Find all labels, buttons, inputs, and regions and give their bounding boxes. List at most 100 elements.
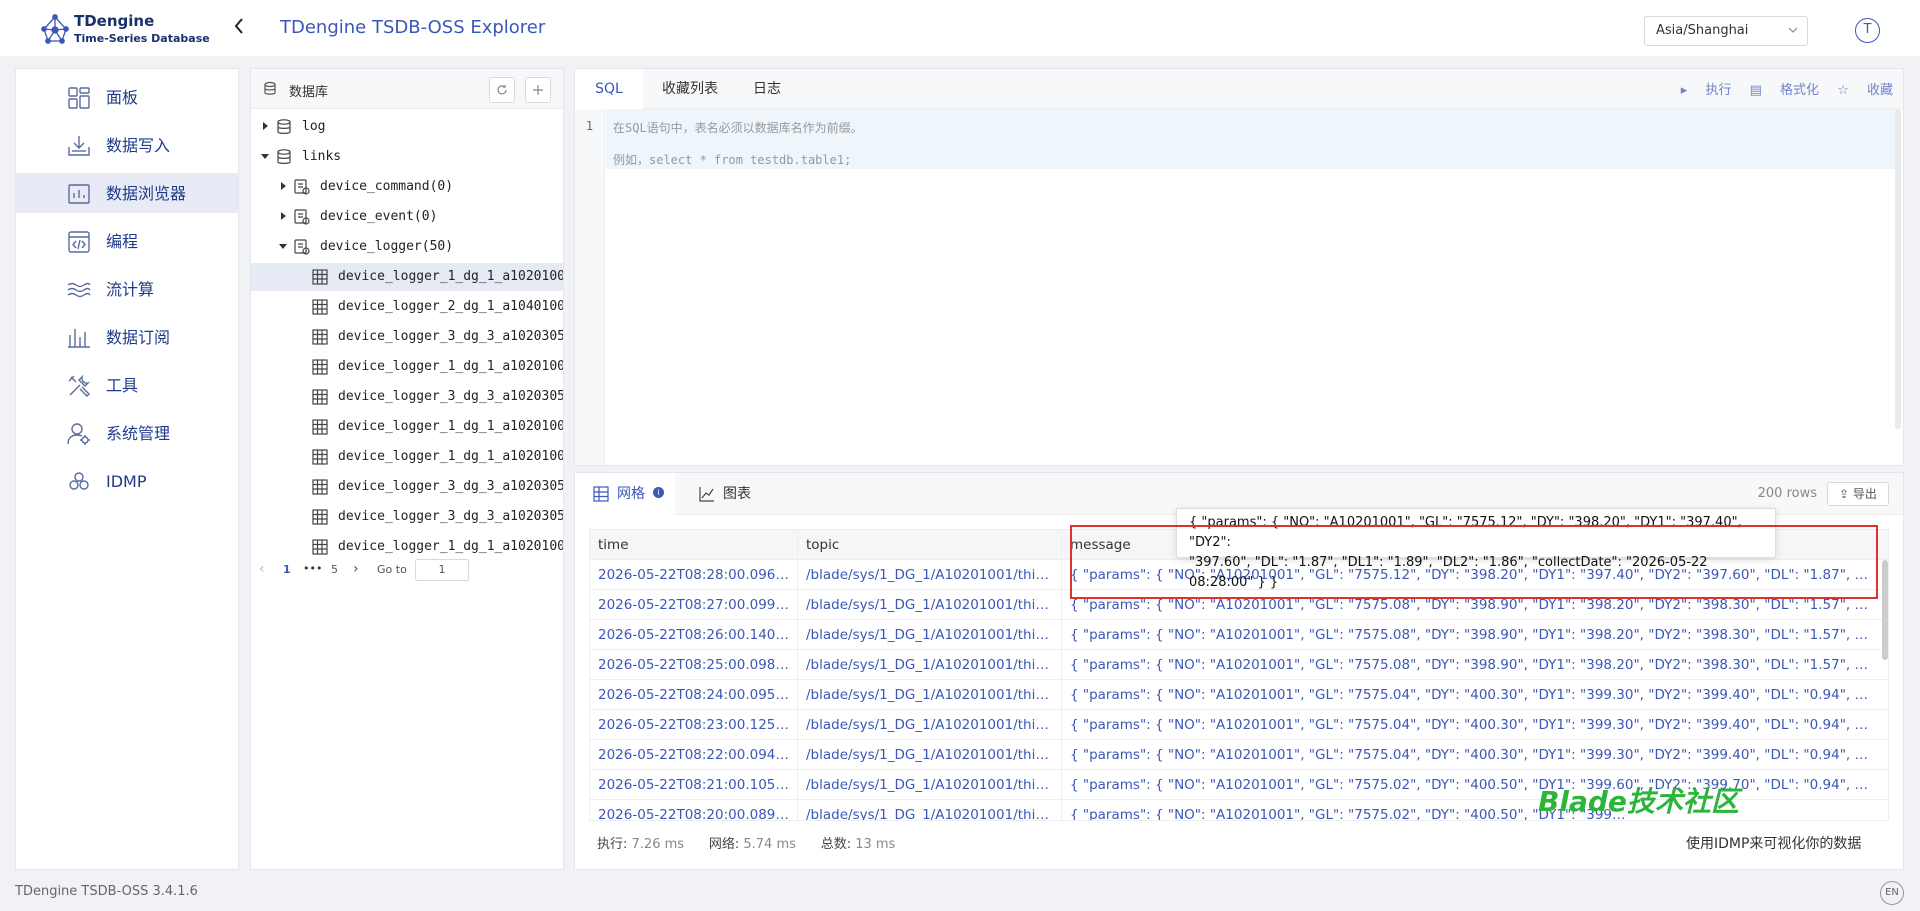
table-cell-time: 2026-05-22T08:20:00.089…	[590, 800, 798, 820]
query-tabs: SQL 收藏列表 日志 ▸ 执行 ▤ 格式化 ☆ 收藏	[575, 69, 1903, 109]
nav-item-data-browser[interactable]: 数据浏览器	[16, 173, 238, 213]
idmp-icon	[69, 472, 89, 490]
version-label: TDengine TSDB-OSS 3.4.1.6	[15, 884, 198, 899]
tree-table-item[interactable]: device_logger_1_dg_1_a1020100	[251, 263, 563, 291]
nav-item-tools[interactable]: 工具	[16, 365, 238, 405]
nav-item-data-ingest[interactable]: 数据写入	[16, 125, 238, 165]
tree-table-item[interactable]: device_logger_1_dg_1_a1020100	[251, 533, 563, 561]
table-cell-message: { "params": { "NO": "A10201001", "GL": "…	[1070, 627, 1882, 643]
tree-pagination: ‹ 1 ••• 5 › Go to 1	[251, 559, 563, 583]
tab-sql[interactable]: SQL	[575, 69, 643, 109]
editor-scrollbar[interactable]	[1895, 109, 1901, 429]
tab-chart-label: 图表	[723, 486, 751, 502]
table-cell-time: 2026-05-22T08:23:00.125…	[590, 710, 798, 740]
tree-table-item[interactable]: device_logger_3_dg_3_a1020305	[251, 503, 563, 531]
user-avatar[interactable]: T	[1855, 18, 1880, 43]
nav-item-dashboard[interactable]: 面板	[16, 77, 238, 117]
total-time-value: 13 ms	[855, 837, 896, 852]
table-cell-topic: /blade/sys/1_DG_1/A10201001/thi…	[798, 680, 1062, 710]
table-cell-message: { "params": { "NO": "A10201001", "GL": "…	[1070, 717, 1882, 733]
column-header-time[interactable]: time	[590, 530, 798, 560]
tree-stable-item[interactable]: device_event(0)	[251, 203, 563, 231]
table-icon	[312, 359, 328, 375]
logo-title: TDengine	[74, 12, 155, 30]
caret-down-icon[interactable]	[261, 152, 269, 160]
nav-item-stream[interactable]: 流计算	[16, 269, 238, 309]
sql-placeholder-line1: 在SQL语句中，表名必须以数据库名作为前缀。	[613, 121, 863, 135]
sql-editor[interactable]: 1 在SQL语句中，表名必须以数据库名作为前缀。 例如，select * fro…	[575, 109, 1903, 465]
tree-table-item[interactable]: device_logger_3_dg_3_a1020305	[251, 473, 563, 501]
tree-table-item[interactable]: device_logger_1_dg_1_a1020100	[251, 413, 563, 441]
table-cell-message: { "params": { "NO": "A10201001", "GL": "…	[1070, 687, 1882, 703]
caret-down-icon[interactable]	[279, 242, 287, 250]
grid-icon	[593, 486, 609, 502]
table-icon	[312, 479, 328, 495]
nav-item-system-admin[interactable]: 系统管理	[16, 413, 238, 453]
table-row[interactable]: 2026-05-22T08:25:00.098…/blade/sys/1_DG_…	[590, 650, 1888, 680]
tree-stable-item[interactable]: device_command(0)	[251, 173, 563, 201]
pager-ellipsis[interactable]: •••	[303, 562, 322, 575]
caret-right-icon[interactable]	[279, 182, 287, 190]
tree-table-item[interactable]: device_logger_3_dg_3_a1020305	[251, 323, 563, 351]
data-browser-icon	[68, 184, 90, 204]
pager-next-button[interactable]: ›	[353, 561, 359, 577]
query-panel: SQL 收藏列表 日志 ▸ 执行 ▤ 格式化 ☆ 收藏 1 在SQL语句中，表名…	[574, 68, 1904, 466]
tree-table-item[interactable]: device_logger_3_dg_3_a1020305	[251, 383, 563, 411]
tab-logs[interactable]: 日志	[735, 69, 799, 109]
query-actions: ▸ 执行 ▤ 格式化 ☆ 收藏	[1667, 79, 1893, 98]
table-row[interactable]: 2026-05-22T08:26:00.140…/blade/sys/1_DG_…	[590, 620, 1888, 650]
database-icon	[277, 149, 291, 164]
pager-goto-label: Go to	[377, 563, 407, 576]
table-row[interactable]: 2026-05-22T08:23:00.125…/blade/sys/1_DG_…	[590, 710, 1888, 740]
tree-table-item[interactable]: device_logger_1_dg_1_a1020100	[251, 443, 563, 471]
pager-last-page[interactable]: 5	[331, 563, 338, 576]
caret-right-icon[interactable]	[261, 122, 269, 130]
table-cell-topic: /blade/sys/1_DG_1/A10201001/thi…	[798, 620, 1062, 650]
code-icon	[68, 231, 90, 253]
table-icon	[312, 329, 328, 345]
tree-item-label: device_logger(50)	[320, 239, 454, 254]
language-toggle[interactable]: EN	[1880, 881, 1904, 905]
pager-prev-button[interactable]: ‹	[259, 561, 265, 577]
tab-grid[interactable]: 网格 i	[575, 473, 675, 515]
tab-favorites[interactable]: 收藏列表	[645, 69, 735, 109]
tree-database-item[interactable]: log	[251, 113, 563, 141]
tree-item-label: device_logger_3_dg_3_a1020305	[338, 479, 564, 494]
favorite-button[interactable]: ☆ 收藏	[1837, 83, 1893, 98]
subscription-icon	[68, 329, 90, 348]
tree-item-label: device_logger_1_dg_1_a1020100	[338, 359, 564, 374]
export-button[interactable]: ⇪ 导出	[1827, 482, 1889, 506]
super-table-icon	[294, 209, 310, 225]
table-cell-message: { "params": { "NO": "A10201001", "GL": "…	[1070, 777, 1882, 793]
chevron-left-icon[interactable]	[232, 16, 248, 38]
timezone-select[interactable]: Asia/Shanghai	[1644, 16, 1808, 46]
sidebar-nav: 面板 数据写入 数据浏览器 编程 流计算 数据订阅 工具 系统管理 IDMP	[15, 68, 239, 870]
idmp-promo-text: 使用IDMP来可视化你的数据	[1686, 836, 1862, 852]
tree-item-label: device_logger_3_dg_3_a1020305	[338, 509, 564, 524]
table-cell-time: 2026-05-22T08:21:00.105…	[590, 770, 798, 800]
tree-table-item[interactable]: device_logger_1_dg_1_a1020100	[251, 353, 563, 381]
table-cell-topic: /blade/sys/1_DG_1/A10201001/thi…	[798, 770, 1062, 800]
column-header-topic[interactable]: topic	[798, 530, 1062, 560]
tree-table-item[interactable]: device_logger_2_dg_1_a1040100	[251, 293, 563, 321]
timezone-value: Asia/Shanghai	[1656, 23, 1749, 38]
tab-chart[interactable]: 图表	[685, 473, 765, 515]
grid-scrollbar[interactable]	[1882, 560, 1888, 660]
pager-current-page[interactable]: 1	[283, 563, 291, 576]
pager-goto-input[interactable]: 1	[415, 559, 469, 581]
tree-database-item[interactable]: links	[251, 143, 563, 171]
run-button[interactable]: ▸ 执行	[1681, 83, 1732, 98]
nav-item-idmp[interactable]: IDMP	[16, 461, 238, 501]
table-icon	[312, 449, 328, 465]
add-database-button[interactable]	[525, 77, 551, 103]
table-row[interactable]: 2026-05-22T08:22:00.094…/blade/sys/1_DG_…	[590, 740, 1888, 770]
refresh-button[interactable]	[489, 77, 515, 103]
tree-stable-item[interactable]: device_logger(50)	[251, 233, 563, 261]
nav-item-programming[interactable]: 编程	[16, 221, 238, 261]
table-row[interactable]: 2026-05-22T08:24:00.095…/blade/sys/1_DG_…	[590, 680, 1888, 710]
nav-item-subscription[interactable]: 数据订阅	[16, 317, 238, 357]
table-icon	[312, 389, 328, 405]
format-button[interactable]: ▤ 格式化	[1750, 83, 1819, 98]
caret-right-icon[interactable]	[279, 212, 287, 220]
table-cell-message: { "params": { "NO": "A10201001", "GL": "…	[1070, 747, 1882, 763]
